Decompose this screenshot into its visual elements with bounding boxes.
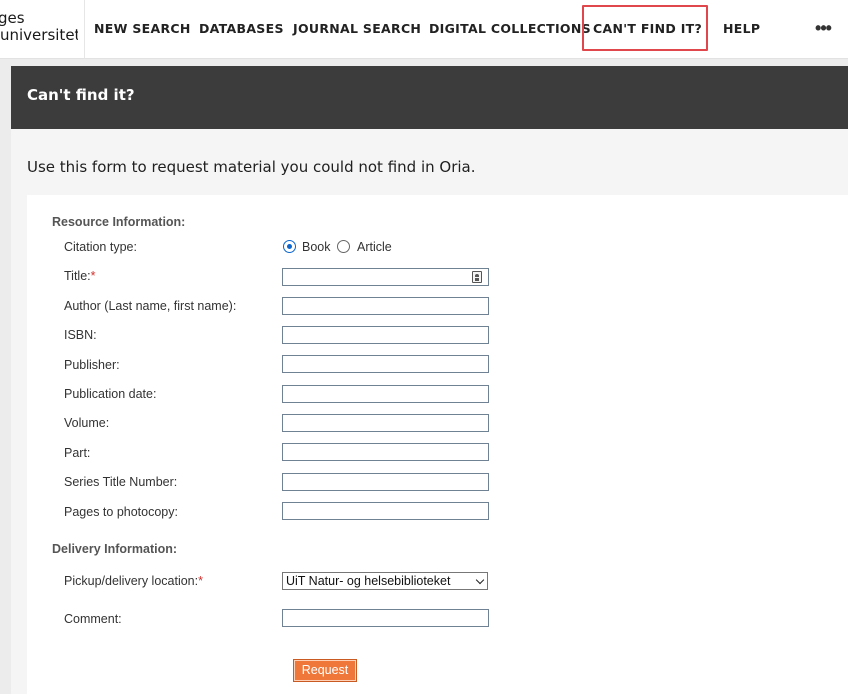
title-label-text: Title: bbox=[64, 269, 91, 283]
citation-book-label[interactable]: Book bbox=[302, 240, 331, 254]
title-input[interactable] bbox=[282, 268, 489, 286]
delivery-section-title: Delivery Information: bbox=[52, 542, 178, 556]
nav-active-highlight bbox=[582, 5, 708, 51]
top-navigation-bar: ges universitet NEW SEARCH DATABASES JOU… bbox=[0, 0, 848, 59]
required-star: * bbox=[198, 574, 203, 588]
logo-divider bbox=[84, 0, 85, 58]
request-button[interactable]: Request bbox=[293, 659, 357, 682]
nav-journal-search[interactable]: JOURNAL SEARCH bbox=[293, 0, 421, 58]
intro-text: Use this form to request material you co… bbox=[27, 158, 476, 176]
pickup-location-select[interactable]: UiT Natur- og helsebiblioteket bbox=[282, 572, 488, 590]
resource-section-title: Resource Information: bbox=[52, 215, 186, 229]
pickup-location-value: UiT Natur- og helsebiblioteket bbox=[286, 574, 451, 588]
publisher-input[interactable] bbox=[282, 355, 489, 373]
publication-date-input[interactable] bbox=[282, 385, 489, 403]
series-title-number-label: Series Title Number: bbox=[64, 475, 178, 489]
contact-card-icon[interactable] bbox=[472, 271, 482, 283]
isbn-label: ISBN: bbox=[64, 328, 97, 342]
part-label: Part: bbox=[64, 446, 91, 460]
nav-new-search[interactable]: NEW SEARCH bbox=[94, 0, 191, 58]
page-root: ges universitet NEW SEARCH DATABASES JOU… bbox=[0, 0, 848, 694]
institution-logo[interactable]: ges universitet bbox=[0, 10, 78, 50]
volume-label: Volume: bbox=[64, 416, 110, 430]
request-form: Resource Information: Citation type: Boo… bbox=[27, 195, 848, 694]
pages-to-photocopy-label: Pages to photocopy: bbox=[64, 505, 178, 519]
author-input[interactable] bbox=[282, 297, 489, 315]
nav-databases[interactable]: DATABASES bbox=[199, 0, 284, 58]
main-content: Use this form to request material you co… bbox=[11, 129, 848, 694]
page-header-band: Can't find it? bbox=[11, 66, 848, 129]
nav-digital-collections[interactable]: DIGITAL COLLECTIONS bbox=[429, 0, 591, 58]
publisher-label: Publisher: bbox=[64, 358, 120, 372]
required-star: * bbox=[90, 269, 96, 283]
ellipsis-icon[interactable]: ••• bbox=[812, 18, 834, 38]
publication-date-label: Publication date: bbox=[64, 387, 157, 401]
citation-type-label: Citation type: bbox=[64, 240, 137, 254]
volume-input[interactable] bbox=[282, 414, 489, 432]
title-label: Title:* bbox=[64, 269, 96, 283]
part-input[interactable] bbox=[282, 443, 489, 461]
isbn-input[interactable] bbox=[282, 326, 489, 344]
pickup-location-label: Pickup/delivery location:* bbox=[64, 574, 203, 588]
comment-input[interactable] bbox=[282, 609, 489, 627]
logo-text-line-2: universitet bbox=[0, 26, 78, 44]
pickup-location-label-text: Pickup/delivery location: bbox=[64, 574, 199, 588]
comment-label: Comment: bbox=[64, 612, 122, 626]
citation-book-radio[interactable] bbox=[283, 240, 296, 253]
nav-help[interactable]: HELP bbox=[723, 0, 760, 58]
author-label: Author (Last name, first name): bbox=[64, 299, 237, 313]
pages-to-photocopy-input[interactable] bbox=[282, 502, 489, 520]
series-title-number-input[interactable] bbox=[282, 473, 489, 491]
chevron-down-icon bbox=[475, 575, 485, 585]
citation-article-radio[interactable] bbox=[337, 240, 350, 253]
logo-text-line-1: ges bbox=[0, 10, 25, 27]
page-title: Can't find it? bbox=[27, 86, 135, 104]
citation-article-label[interactable]: Article bbox=[357, 240, 392, 254]
